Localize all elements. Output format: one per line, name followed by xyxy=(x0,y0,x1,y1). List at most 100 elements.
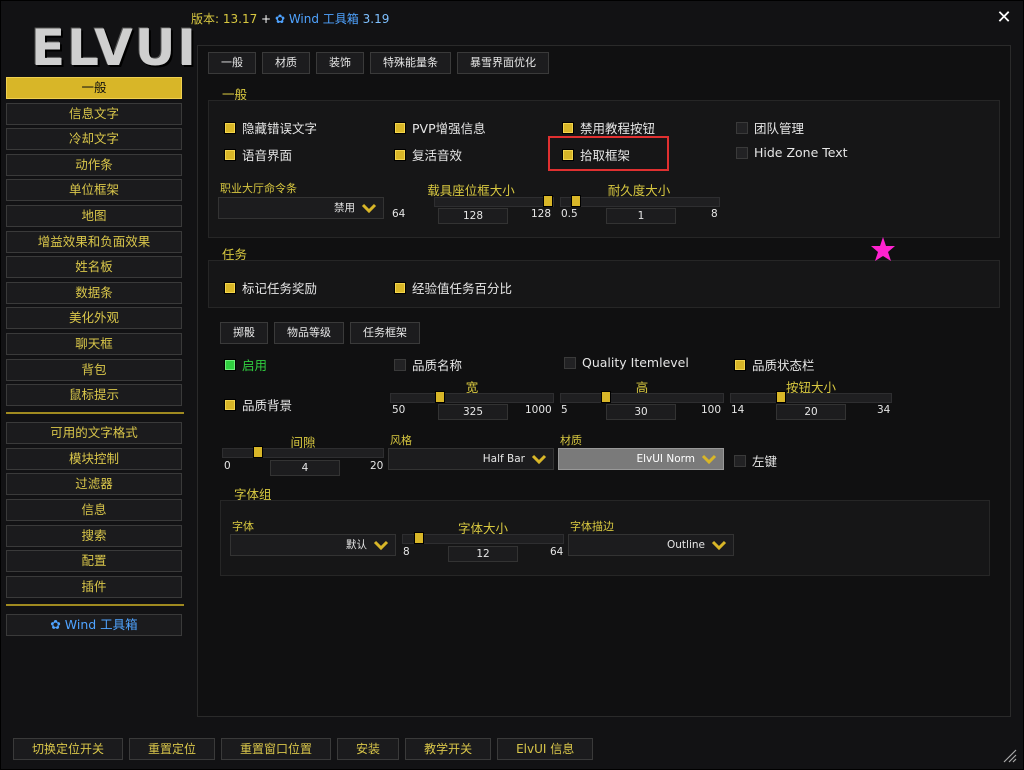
sidebar-item-main-1[interactable]: 信息文字 xyxy=(6,102,182,125)
tab-decoration[interactable]: 装饰 xyxy=(316,52,364,74)
checkbox-box xyxy=(562,121,574,134)
sidebar-item-main-5[interactable]: 地图 xyxy=(6,204,182,227)
resize-grip-icon[interactable] xyxy=(1003,749,1017,763)
tab-special-power-bar[interactable]: 特殊能量条 xyxy=(370,52,451,74)
font-size-slider-track[interactable] xyxy=(402,532,564,544)
sidebar-item-tools-5[interactable]: 配置 xyxy=(6,550,182,573)
sidebar-item-tools-1[interactable]: 模块控制 xyxy=(6,447,182,470)
checkbox-quality-itemlevel[interactable]: Quality Itemlevel xyxy=(564,355,689,370)
spacing-slider-track[interactable] xyxy=(222,446,384,458)
sidebar-item-main-2[interactable]: 冷却文字 xyxy=(6,128,182,151)
style-label: 风格 xyxy=(390,434,412,447)
sidebar-item-tools-2[interactable]: 过滤器 xyxy=(6,473,182,496)
checkbox-pvp-info[interactable]: PVP增强信息 xyxy=(394,118,486,137)
slider-thumb[interactable] xyxy=(776,391,786,403)
wind-label: Wind 工具箱 xyxy=(288,12,359,26)
sidebar-item-main-6[interactable]: 增益效果和负面效果 xyxy=(6,230,182,253)
chevron-down-icon xyxy=(701,454,717,465)
checkbox-quality-statusbar[interactable]: 品质状态栏 xyxy=(734,355,815,374)
tab-item-level[interactable]: 物品等级 xyxy=(274,322,344,344)
sidebar-item-wind-toolbox[interactable]: ✿ Wind 工具箱 xyxy=(6,613,182,636)
sidebar-item-main-3[interactable]: 动作条 xyxy=(6,153,182,176)
button-size-slider-track[interactable] xyxy=(730,391,892,403)
sidebar-item-main-10[interactable]: 聊天框 xyxy=(6,332,182,355)
vehicle-slider-value[interactable]: 128 xyxy=(438,208,508,224)
checkbox-quality-background[interactable]: 品质背景 xyxy=(224,395,292,414)
checkbox-enable[interactable]: 启用 xyxy=(224,355,267,374)
checkbox-label: 品质名称 xyxy=(412,358,463,373)
sidebar-item-tools-4[interactable]: 搜索 xyxy=(6,524,182,547)
install-button[interactable]: 安装 xyxy=(337,738,400,760)
durability-slider-track[interactable] xyxy=(560,195,720,207)
wind-icon: ✿ xyxy=(274,12,285,26)
spacing-slider-value[interactable]: 4 xyxy=(270,460,340,476)
checkbox-label: Quality Itemlevel xyxy=(582,355,689,370)
checkbox-mark-quest-reward[interactable]: 标记任务奖励 xyxy=(224,278,317,297)
checkbox-box xyxy=(394,121,406,134)
sidebar-item-tools-0[interactable]: 可用的文字格式 xyxy=(6,422,182,445)
width-slider-min: 50 xyxy=(392,404,406,416)
slider-thumb[interactable] xyxy=(543,195,553,207)
tutorial-toggle-button[interactable]: 教学开关 xyxy=(405,738,492,760)
button-size-slider-max: 34 xyxy=(877,404,891,416)
checkbox-voice-ui[interactable]: 语音界面 xyxy=(224,145,292,164)
slider-thumb[interactable] xyxy=(435,391,445,403)
checkbox-hide-zone-text[interactable]: Hide Zone Text xyxy=(736,145,848,160)
classhall-dropdown[interactable]: 禁用 xyxy=(218,197,384,219)
slider-thumb[interactable] xyxy=(414,532,424,544)
spacing-slider-max: 20 xyxy=(370,460,384,472)
checkbox-raid-manager[interactable]: 团队管理 xyxy=(736,118,804,137)
slider-thumb[interactable] xyxy=(253,446,263,458)
outline-dropdown[interactable]: Outline xyxy=(568,534,734,556)
sidebar-item-main-11[interactable]: 背包 xyxy=(6,358,182,381)
sidebar-item-tools-6[interactable]: 插件 xyxy=(6,575,182,598)
height-slider-value[interactable]: 30 xyxy=(606,404,676,420)
sidebar-divider xyxy=(6,603,184,606)
sidebar-item-tools-3[interactable]: 信息 xyxy=(6,498,182,521)
style-dropdown[interactable]: Half Bar xyxy=(388,448,554,470)
texture-dropdown[interactable]: ElvUI Norm xyxy=(558,448,724,470)
font-label: 字体 xyxy=(232,520,254,533)
slider-thumb[interactable] xyxy=(571,195,581,207)
checkbox-quality-name[interactable]: 品质名称 xyxy=(394,355,462,374)
sidebar-item-main-0[interactable]: 一般 xyxy=(6,77,182,99)
sidebar: 一般信息文字冷却文字 动作条单位框架 地图增益效果和负面效果 姓名板 数据条美化外观 聊天… xyxy=(6,77,184,639)
elvui-info-button[interactable]: ElvUI 信息 xyxy=(497,738,594,760)
height-slider-max: 100 xyxy=(701,404,722,416)
font-size-slider-value[interactable]: 12 xyxy=(448,546,518,562)
sidebar-item-main-4[interactable]: 单位框架 xyxy=(6,179,182,202)
sidebar-item-main-12[interactable]: 鼠标提示 xyxy=(6,384,182,407)
slider-thumb[interactable] xyxy=(601,391,611,403)
tab-roll[interactable]: 掷骰 xyxy=(220,322,268,344)
checkbox-left-click[interactable]: 左键 xyxy=(734,451,777,470)
durability-slider-value[interactable]: 1 xyxy=(606,208,676,224)
height-slider-track[interactable] xyxy=(560,391,724,403)
checkbox-box xyxy=(224,358,236,371)
height-slider-min: 5 xyxy=(561,404,568,416)
dropdown-value: Outline xyxy=(667,539,705,551)
reset-anchors-button[interactable]: 重置定位 xyxy=(129,738,216,760)
checkbox-hide-error-text[interactable]: 隐藏错误文字 xyxy=(224,118,317,137)
tab-quest-frame[interactable]: 任务框架 xyxy=(350,322,420,344)
dropdown-value: 默认 xyxy=(346,539,367,551)
reset-window-position-button[interactable]: 重置窗口位置 xyxy=(221,738,332,760)
sidebar-item-main-9[interactable]: 美化外观 xyxy=(6,307,182,330)
sidebar-item-main-8[interactable]: 数据条 xyxy=(6,281,182,304)
tab-blizzard-ui[interactable]: 暴雪界面优化 xyxy=(457,52,549,74)
button-size-slider-value[interactable]: 20 xyxy=(776,404,846,420)
font-dropdown[interactable]: 默认 xyxy=(230,534,396,556)
vehicle-slider-max: 128 xyxy=(531,208,552,220)
toggle-anchors-button[interactable]: 切换定位开关 xyxy=(13,738,124,760)
width-slider-value[interactable]: 325 xyxy=(438,404,508,420)
tab-texture[interactable]: 材质 xyxy=(262,52,310,74)
sidebar-item-main-7[interactable]: 姓名板 xyxy=(6,256,182,279)
vehicle-slider-track[interactable] xyxy=(434,195,554,207)
sidebar-divider xyxy=(6,412,184,415)
tab-general[interactable]: 一般 xyxy=(208,52,256,74)
width-slider-track[interactable] xyxy=(390,391,554,403)
checkbox-disable-tutorial[interactable]: 禁用教程按钮 xyxy=(562,118,655,137)
close-icon[interactable]: ✕ xyxy=(995,9,1013,27)
checkbox-xp-quest-percent[interactable]: 经验值任务百分比 xyxy=(394,278,512,297)
quests-group xyxy=(208,260,1000,308)
checkbox-resurrect-sound[interactable]: 复活音效 xyxy=(394,145,462,164)
